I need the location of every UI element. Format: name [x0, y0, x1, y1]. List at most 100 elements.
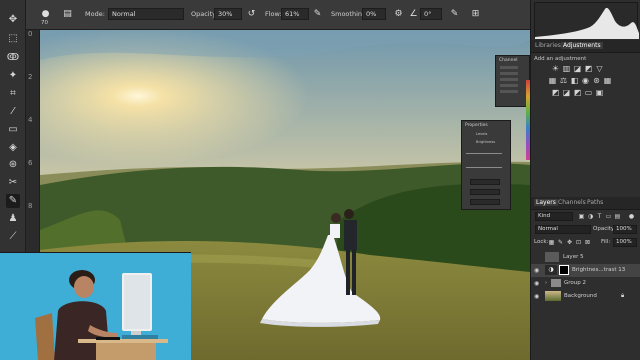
histogram-graph: [535, 7, 639, 40]
tool-options-bar: ● 70 ▤ Mode: Normal Opacity: 30% ↺ Flow:…: [0, 0, 530, 30]
libraries-tab-row: Libraries Adjustments: [531, 40, 640, 53]
pressure-opacity-icon[interactable]: ↺: [246, 9, 257, 20]
layer-name: Brightnes...trast 13: [572, 267, 626, 273]
smoothing-settings-gear-icon[interactable]: ⚙: [393, 9, 404, 20]
properties-levels-label: Levels: [476, 132, 488, 136]
layer-name: Layer 5: [563, 254, 584, 260]
filter-toggle-icon[interactable]: ●: [627, 212, 636, 221]
layer-row-background[interactable]: ◉ Background 🔒︎: [531, 290, 640, 303]
curves-adjust-icon[interactable]: ◪: [573, 64, 582, 73]
healing-brush-tool-icon[interactable]: ▭: [6, 123, 20, 137]
lasso-tool-icon[interactable]: ↂ: [6, 51, 20, 65]
lock-all-icon[interactable]: ⊠: [583, 238, 592, 247]
brush-tool-icon[interactable]: ✎: [6, 194, 20, 208]
visibility-eye-icon[interactable]: ◉: [534, 267, 539, 274]
crop-tool-icon[interactable]: ⌗: [6, 87, 20, 101]
exposure-adjust-icon[interactable]: ◩: [584, 64, 593, 73]
fill-label: Fill:: [601, 239, 611, 245]
symmetry-icon[interactable]: ⊞: [470, 9, 481, 20]
tab-channels[interactable]: Channels: [558, 199, 586, 206]
visibility-eye-icon[interactable]: ◉: [534, 293, 539, 300]
properties-button[interactable]: [470, 189, 500, 195]
layer-kind-filter[interactable]: Kind: [535, 212, 573, 221]
invert-adjust-icon[interactable]: ◩: [551, 88, 560, 97]
eraser-tool-icon[interactable]: ⟋: [6, 230, 20, 244]
smoothing-field[interactable]: 0%: [362, 8, 386, 20]
channel-floating-panel[interactable]: Channel: [495, 55, 530, 107]
layer-fill-field[interactable]: 100%: [613, 238, 637, 247]
black-white-adjust-icon[interactable]: ◧: [570, 76, 579, 85]
airbrush-icon[interactable]: ✎: [312, 9, 323, 20]
add-adjustment-heading: Add an adjustment: [534, 56, 587, 62]
properties-floating-panel[interactable]: Properties Levels Brightness: [461, 120, 511, 210]
folder-icon: [551, 279, 561, 287]
webcam-overlay: [0, 252, 191, 360]
layer-thumbnail: [545, 291, 561, 301]
brightness-adjust-icon[interactable]: ☀: [551, 64, 560, 73]
flow-label: Flow:: [265, 10, 282, 18]
channel-row: [500, 72, 518, 75]
filter-shape-icon[interactable]: ▭: [604, 212, 613, 221]
pressure-size-icon[interactable]: ✎: [449, 9, 460, 20]
marquee-tool-icon[interactable]: ⬚: [6, 32, 20, 46]
gradient-map-adjust-icon[interactable]: ▭: [584, 88, 593, 97]
channel-row: [500, 78, 518, 81]
posterize-adjust-icon[interactable]: ◪: [562, 88, 571, 97]
tab-paths[interactable]: Paths: [587, 199, 603, 206]
brush-preset-icon[interactable]: ●: [40, 9, 51, 20]
lock-paint-icon[interactable]: ✎: [556, 238, 565, 247]
ruler-mark: 2: [28, 73, 33, 81]
filter-adjustment-icon[interactable]: ◑: [586, 212, 595, 221]
layer-row-brightness-contrast[interactable]: ◉ ◑ Brightnes...trast 13: [531, 264, 640, 277]
stamp-tool-icon[interactable]: ⊛: [6, 158, 20, 172]
vibrance-adjust-icon[interactable]: ▽: [595, 64, 604, 73]
opacity-field[interactable]: 30%: [214, 8, 242, 20]
chevron-right-icon[interactable]: ›: [545, 280, 547, 286]
photo-filter-adjust-icon[interactable]: ◉: [581, 76, 590, 85]
tab-libraries[interactable]: Libraries: [535, 42, 561, 49]
visibility-eye-icon[interactable]: ◉: [534, 280, 539, 287]
clone-stamp-tool-icon[interactable]: ♟: [6, 212, 20, 226]
contrast-slider[interactable]: [466, 167, 502, 168]
layer-blend-mode-select[interactable]: Normal: [535, 225, 591, 234]
layer-mask-thumbnail[interactable]: [559, 265, 569, 275]
tab-layers[interactable]: Layers: [534, 199, 558, 206]
filter-type-icon[interactable]: T: [595, 212, 604, 221]
mode-select[interactable]: Normal: [108, 8, 184, 20]
flow-field[interactable]: 61%: [281, 8, 309, 20]
filter-smart-object-icon[interactable]: ▤: [613, 212, 622, 221]
lock-transparent-icon[interactable]: ▦: [547, 238, 556, 247]
angle-field[interactable]: 0°: [420, 8, 442, 20]
lock-artboard-icon[interactable]: ⊡: [574, 238, 583, 247]
properties-panel-title: Properties: [465, 123, 488, 128]
history-brush-tool-icon[interactable]: ✂: [6, 176, 20, 190]
angle-icon: ∠: [409, 9, 418, 19]
layer-name: Group 2: [564, 280, 586, 286]
presenter-video-image: [0, 253, 191, 360]
eyedropper-tool-icon[interactable]: ⁄: [6, 105, 20, 119]
ruler-mark: 4: [28, 116, 33, 124]
properties-button[interactable]: [470, 179, 500, 185]
layer-opacity-field[interactable]: 100%: [613, 225, 637, 234]
channel-mixer-adjust-icon[interactable]: ⊛: [592, 76, 601, 85]
selective-color-adjust-icon[interactable]: ▣: [595, 88, 604, 97]
color-lookup-adjust-icon[interactable]: ▦: [603, 76, 612, 85]
move-tool-icon[interactable]: ✥: [6, 13, 20, 27]
brightness-slider[interactable]: [466, 153, 502, 154]
hue-saturation-adjust-icon[interactable]: ▦: [548, 76, 557, 85]
channel-row: [500, 90, 518, 93]
filter-pixel-icon[interactable]: ▣: [577, 212, 586, 221]
right-panels-dock: Libraries Adjustments Add an adjustment …: [530, 0, 640, 360]
patch-tool-icon[interactable]: ◈: [6, 141, 20, 155]
threshold-adjust-icon[interactable]: ◩: [573, 88, 582, 97]
tab-adjustments[interactable]: Adjustments: [561, 42, 603, 49]
lock-icon: 🔒︎: [621, 292, 625, 299]
properties-button[interactable]: [470, 199, 500, 205]
color-balance-adjust-icon[interactable]: ⚖: [559, 76, 568, 85]
levels-adjust-icon[interactable]: ▥: [562, 64, 571, 73]
brush-panel-icon[interactable]: ▤: [62, 9, 73, 20]
layer-row-layer-5[interactable]: Layer 5: [531, 251, 640, 264]
layer-row-group-2[interactable]: ◉ › Group 2: [531, 277, 640, 290]
magic-wand-tool-icon[interactable]: ✦: [6, 69, 20, 83]
lock-position-icon[interactable]: ✥: [565, 238, 574, 247]
